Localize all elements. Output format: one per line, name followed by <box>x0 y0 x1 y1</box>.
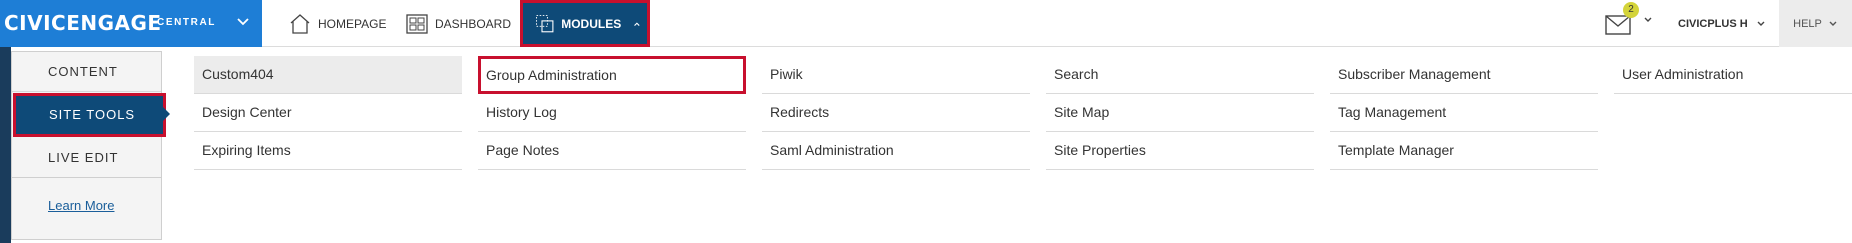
brand-subtitle: CENTRAL <box>157 17 216 28</box>
module-design-center[interactable]: Design Center <box>194 94 462 132</box>
nav-dashboard[interactable]: DASHBOARD <box>405 0 511 47</box>
active-pointer-icon <box>162 106 170 122</box>
module-expiring-items[interactable]: Expiring Items <box>194 132 462 170</box>
module-column-6: User Administration <box>1614 56 1852 94</box>
chevron-down-icon <box>1829 21 1837 26</box>
category-site-tools[interactable]: SITE TOOLS <box>13 93 166 137</box>
dashboard-icon <box>406 13 428 34</box>
category-content[interactable]: CONTENT <box>12 52 161 92</box>
module-saml-administration[interactable]: Saml Administration <box>762 132 1030 170</box>
module-column-4: Search Site Map Site Properties <box>1046 56 1314 170</box>
chevron-down-icon[interactable] <box>234 12 252 30</box>
module-custom404[interactable]: Custom404 <box>194 56 462 94</box>
module-column-5: Subscriber Management Tag Management Tem… <box>1330 56 1598 170</box>
chevron-up-icon <box>634 21 640 26</box>
module-tag-management[interactable]: Tag Management <box>1330 94 1598 132</box>
learn-more-link[interactable]: Learn More <box>48 198 114 213</box>
module-site-properties[interactable]: Site Properties <box>1046 132 1314 170</box>
help-menu[interactable]: HELP <box>1779 0 1852 47</box>
nav-homepage[interactable]: HOMEPAGE <box>288 0 386 47</box>
nav-modules-label: MODULES <box>561 16 622 31</box>
module-site-map[interactable]: Site Map <box>1046 94 1314 132</box>
home-icon <box>290 13 310 34</box>
module-page-notes[interactable]: Page Notes <box>478 132 746 170</box>
background-strip <box>0 47 11 243</box>
module-template-manager[interactable]: Template Manager <box>1330 132 1598 170</box>
nav-homepage-label: HOMEPAGE <box>318 16 387 31</box>
nav-dashboard-label: DASHBOARD <box>435 16 512 31</box>
module-column-3: Piwik Redirects Saml Administration <box>762 56 1030 170</box>
help-label: HELP <box>1793 17 1822 30</box>
module-piwik[interactable]: Piwik <box>762 56 1030 94</box>
chevron-down-icon[interactable] <box>1643 15 1653 25</box>
chevron-down-icon <box>1757 21 1765 26</box>
module-column-1: Custom404 Design Center Expiring Items <box>194 56 462 170</box>
modules-icon <box>536 14 554 32</box>
brand-name: CIVICENGAGE <box>4 11 162 35</box>
module-subscriber-management[interactable]: Subscriber Management <box>1330 56 1598 94</box>
nav-modules[interactable]: MODULES <box>520 0 650 47</box>
module-redirects[interactable]: Redirects <box>762 94 1030 132</box>
module-user-administration[interactable]: User Administration <box>1614 56 1852 94</box>
user-name: CIVICPLUS H <box>1678 17 1748 30</box>
module-group-administration[interactable]: Group Administration <box>478 56 746 94</box>
category-live-edit[interactable]: LIVE EDIT <box>12 138 161 178</box>
brand-menu[interactable]: CIVICENGAGE CENTRAL <box>0 0 262 47</box>
modules-category-menu: CONTENT SITE TOOLS LIVE EDIT Learn More <box>11 51 166 240</box>
user-menu[interactable]: CIVICPLUS H <box>1678 0 1766 47</box>
top-bar: CIVICENGAGE CENTRAL HOMEPAGE DASHBOARD M… <box>0 0 1852 47</box>
notification-badge: 2 <box>1623 2 1639 18</box>
module-history-log[interactable]: History Log <box>478 94 746 132</box>
module-column-2: Group Administration History Log Page No… <box>478 56 746 170</box>
module-search[interactable]: Search <box>1046 56 1314 94</box>
